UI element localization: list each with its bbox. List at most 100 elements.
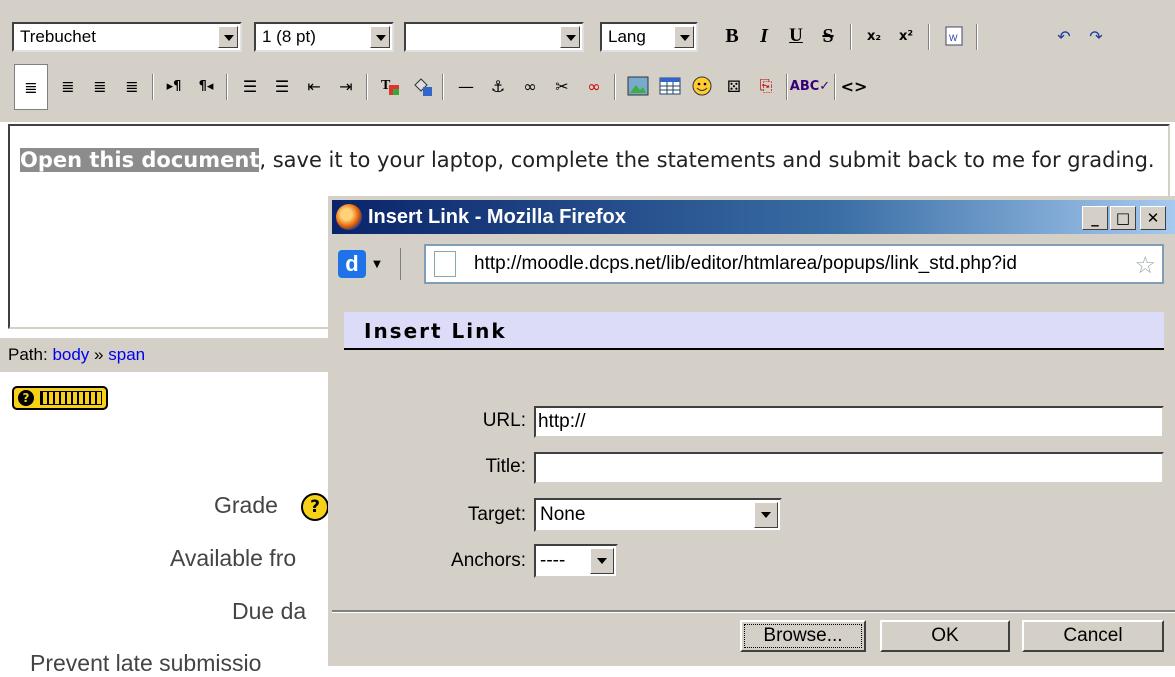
minimize-icon: _ <box>1091 209 1099 227</box>
align-left-button[interactable]: ≣ <box>14 64 48 110</box>
strikethrough-button[interactable]: S <box>814 22 842 50</box>
undo-button[interactable]: ↶ <box>1050 22 1078 50</box>
available-from-label: Available fro <box>170 545 297 571</box>
chevron-down-icon[interactable] <box>560 26 580 48</box>
ok-button[interactable]: OK <box>880 620 1010 652</box>
close-button[interactable]: ✕ <box>1140 206 1166 230</box>
selected-text[interactable]: Open this document <box>20 148 260 172</box>
spellcheck-button[interactable]: ABC✓ <box>790 72 830 100</box>
path-item-body[interactable]: body <box>52 345 89 364</box>
paste-word-button[interactable]: W <box>940 22 968 50</box>
toolbar-separator <box>226 74 228 100</box>
title-input[interactable] <box>534 452 1164 484</box>
url-input[interactable]: http:// <box>534 406 1164 438</box>
html-source-button[interactable]: <> <box>840 72 868 100</box>
target-value: None <box>540 504 586 525</box>
unordered-list-button[interactable]: ☰ <box>268 72 296 100</box>
align-center-button[interactable]: ≣ <box>54 72 82 100</box>
superscript-button[interactable]: x² <box>892 22 920 50</box>
chevron-down-icon[interactable] <box>754 502 778 528</box>
word-icon: W <box>945 26 963 46</box>
italic-button[interactable]: I <box>750 22 778 50</box>
align-right-icon: ≣ <box>93 76 107 96</box>
horizontal-rule-button[interactable]: — <box>452 72 480 100</box>
redo-button[interactable]: ↷ <box>1082 22 1110 50</box>
firefox-icon <box>336 204 362 230</box>
format-select[interactable] <box>404 22 584 52</box>
insert-image-button[interactable] <box>624 72 652 100</box>
bookmark-star-icon[interactable]: ☆ <box>1134 251 1156 279</box>
chevron-down-icon[interactable] <box>674 26 694 48</box>
cancel-button[interactable]: Cancel <box>1022 620 1164 652</box>
underline-button[interactable]: U <box>782 22 810 50</box>
chevron-down-icon[interactable] <box>370 26 390 48</box>
font-name-select[interactable]: Trebuchet <box>12 22 242 52</box>
unordered-list-icon: ☰ <box>274 76 290 96</box>
chevron-down-icon[interactable] <box>218 26 238 48</box>
nolink-button[interactable]: ∞ <box>580 72 608 100</box>
due-date-label: Due da <box>232 598 307 624</box>
path-bar: Path: body » span <box>0 338 330 372</box>
outdent-button[interactable]: ⇤ <box>300 72 328 100</box>
anchors-select[interactable]: ---- <box>534 544 618 578</box>
maximize-button[interactable]: □ <box>1110 206 1136 230</box>
prevent-late-label: Prevent late submissio <box>30 650 262 676</box>
maximize-icon: □ <box>1115 209 1131 227</box>
anchor-icon: ⚓ <box>490 76 506 96</box>
indent-button[interactable]: ⇥ <box>332 72 360 100</box>
path-label: Path: <box>8 345 48 364</box>
dice-icon: ⚄ <box>727 76 741 96</box>
redo-icon: ↷ <box>1089 26 1103 46</box>
text-color-icon: T <box>381 78 399 95</box>
toolbar-separator <box>366 74 368 100</box>
browse-button[interactable]: Browse... <box>740 620 866 652</box>
editor-text[interactable]: Open this document, save it to your lapt… <box>20 142 1170 178</box>
keyboard-help-button[interactable]: ? <box>12 386 108 410</box>
font-size-value: 1 (8 pt) <box>262 27 316 46</box>
ordered-list-icon: ☰ <box>242 76 258 96</box>
justify-button[interactable]: ≣ <box>118 72 146 100</box>
anchors-label: Anchors: <box>451 550 526 571</box>
minimize-button[interactable]: _ <box>1082 206 1108 230</box>
paint-bucket-icon <box>414 78 432 96</box>
toolbar-separator <box>614 74 616 100</box>
insert-table-button[interactable] <box>656 72 684 100</box>
toolbar-separator <box>400 248 401 280</box>
link-icon: ∞ <box>523 76 537 96</box>
toolbar-separator <box>850 24 852 50</box>
chevron-down-icon[interactable] <box>590 548 614 574</box>
background-color-button[interactable] <box>408 72 436 100</box>
search-replace-button[interactable]: ⎘ <box>752 72 780 100</box>
url-field[interactable]: http://moodle.dcps.net/lib/editor/htmlar… <box>424 244 1164 284</box>
image-icon <box>627 76 649 96</box>
site-identity-icon[interactable]: d <box>338 250 366 278</box>
align-right-button[interactable]: ≣ <box>86 72 114 100</box>
target-select[interactable]: None <box>534 498 782 532</box>
text-color-button[interactable]: T <box>376 72 404 100</box>
insert-link-window: Insert Link - Mozilla Firefox _ □ ✕ d ▼ … <box>328 196 1175 666</box>
subscript-button[interactable]: x₂ <box>860 22 888 50</box>
insert-link-button[interactable]: ∞ <box>516 72 544 100</box>
chevron-down-icon[interactable]: ▼ <box>370 259 384 270</box>
insert-smiley-button[interactable] <box>688 72 716 100</box>
path-item-span[interactable]: span <box>108 345 145 364</box>
subscript-icon: x₂ <box>866 28 882 44</box>
window-titlebar[interactable]: Insert Link - Mozilla Firefox _ □ ✕ <box>332 200 1175 234</box>
dialog-divider <box>332 610 1175 613</box>
lang-select[interactable]: Lang <box>600 22 698 52</box>
anchor-button[interactable]: ⚓ <box>484 72 512 100</box>
unlink-button[interactable]: ✂ <box>548 72 576 100</box>
rtl-button[interactable]: ¶◂ <box>192 72 220 100</box>
bold-button[interactable]: B <box>718 22 746 50</box>
broken-link-icon: ∞ <box>587 76 601 96</box>
title-label: Title: <box>485 456 526 477</box>
special-char-button[interactable]: ⚄ <box>720 72 748 100</box>
ltr-button[interactable]: ▸¶ <box>160 72 188 100</box>
ordered-list-button[interactable]: ☰ <box>236 72 264 100</box>
lang-value: Lang <box>608 27 646 46</box>
svg-text:W: W <box>949 33 958 43</box>
url-text[interactable]: http://moodle.dcps.net/lib/editor/htmlar… <box>474 253 1124 275</box>
font-size-select[interactable]: 1 (8 pt) <box>254 22 394 52</box>
undo-icon: ↶ <box>1057 26 1071 46</box>
help-icon[interactable]: ? <box>301 493 329 521</box>
